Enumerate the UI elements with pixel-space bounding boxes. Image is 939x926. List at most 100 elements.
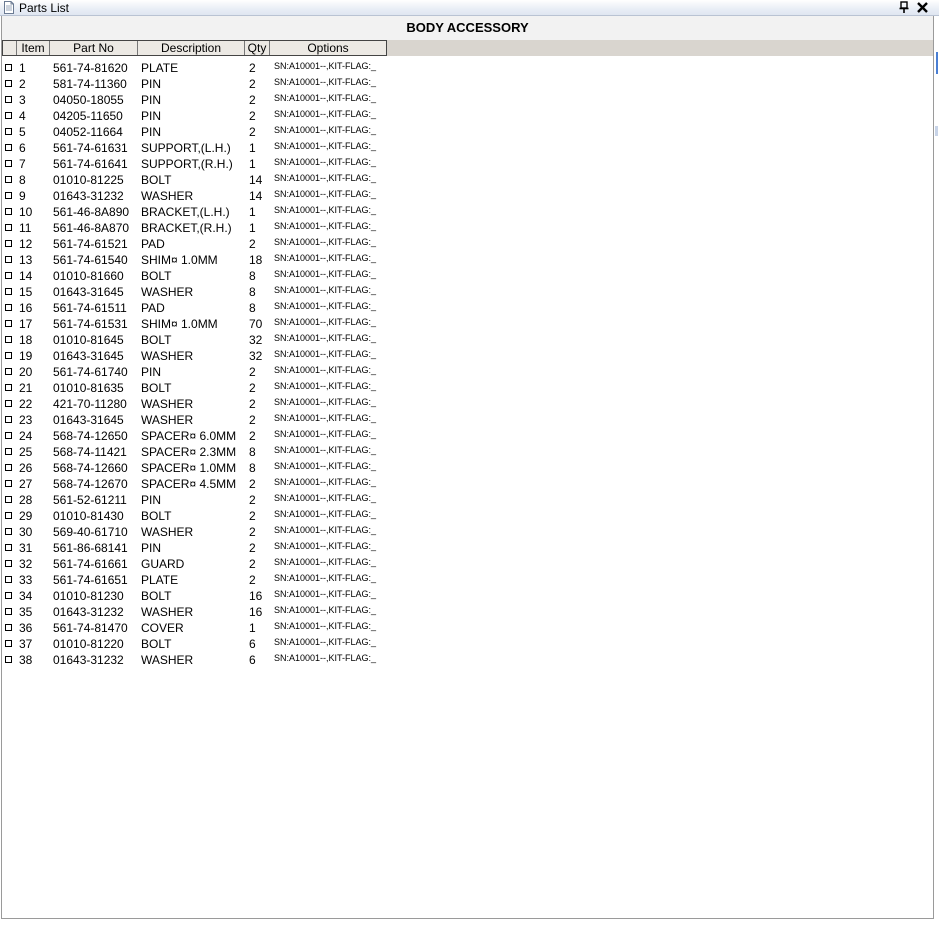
description-cell: WASHER xyxy=(141,413,194,427)
qty-cell: 2 xyxy=(249,93,256,107)
options-cell: SN:A10001--,KIT-FLAG:_ xyxy=(274,205,377,215)
part-no-cell: 01010-81635 xyxy=(53,381,124,395)
options-cell: SN:A10001--,KIT-FLAG:_ xyxy=(274,589,377,599)
row-checkbox[interactable] xyxy=(5,640,12,647)
row-checkbox[interactable] xyxy=(5,80,12,87)
description-cell: WASHER xyxy=(141,189,194,203)
description-cell: SHIM¤ 1.0MM xyxy=(141,253,218,267)
part-no-cell: 569-40-61710 xyxy=(53,525,128,539)
row-checkbox[interactable] xyxy=(5,240,12,247)
options-cell: SN:A10001--,KIT-FLAG:_ xyxy=(274,157,377,167)
description-cell: PLATE xyxy=(141,573,179,587)
item-cell: 21 xyxy=(19,381,33,395)
row-checkbox[interactable] xyxy=(5,384,12,391)
description-cell: SUPPORT,(R.H.) xyxy=(141,157,233,171)
row-checkbox[interactable] xyxy=(5,544,12,551)
part-no-cell: 561-52-61211 xyxy=(53,493,127,507)
row-checkbox[interactable] xyxy=(5,192,12,199)
row-checkbox[interactable] xyxy=(5,256,12,263)
row-checkbox[interactable] xyxy=(5,592,12,599)
part-no-cell: 01010-81645 xyxy=(53,333,124,347)
description-cell: PAD xyxy=(141,237,165,251)
row-checkbox[interactable] xyxy=(5,608,12,615)
document-icon xyxy=(4,1,14,14)
item-cell: 35 xyxy=(19,605,33,619)
row-checkbox[interactable] xyxy=(5,112,12,119)
row-checkbox[interactable] xyxy=(5,656,12,663)
item-cell: 16 xyxy=(19,301,33,315)
row-checkbox[interactable] xyxy=(5,96,12,103)
part-no-cell: 568-74-12660 xyxy=(53,461,128,475)
options-cell: SN:A10001--,KIT-FLAG:_ xyxy=(274,381,377,391)
close-icon[interactable] xyxy=(916,1,929,14)
row-checkbox[interactable] xyxy=(5,448,12,455)
table-header: Item Part No Description Qty Options xyxy=(2,40,387,56)
section-title: BODY ACCESSORY xyxy=(2,16,933,40)
row-checkbox[interactable] xyxy=(5,208,12,215)
item-cell: 14 xyxy=(19,269,33,283)
row-checkbox[interactable] xyxy=(5,560,12,567)
part-no-cell: 01643-31232 xyxy=(53,605,124,619)
column-header-item[interactable]: Item xyxy=(17,41,50,55)
row-checkbox[interactable] xyxy=(5,224,12,231)
qty-cell: 2 xyxy=(249,557,256,571)
part-no-cell: 561-74-61641 xyxy=(53,157,128,171)
item-cell: 3 xyxy=(19,93,26,107)
row-checkbox[interactable] xyxy=(5,368,12,375)
options-cell: SN:A10001--,KIT-FLAG:_ xyxy=(274,477,377,487)
item-cell: 2 xyxy=(19,77,26,91)
description-cell: WASHER xyxy=(141,397,194,411)
row-checkbox[interactable] xyxy=(5,160,12,167)
row-checkbox[interactable] xyxy=(5,496,12,503)
part-no-cell: 561-74-61540 xyxy=(53,253,128,267)
row-checkbox[interactable] xyxy=(5,576,12,583)
part-no-cell: 581-74-11360 xyxy=(53,77,127,91)
pin-icon[interactable] xyxy=(898,1,910,14)
options-cell: SN:A10001--,KIT-FLAG:_ xyxy=(274,301,377,311)
qty-cell: 2 xyxy=(249,477,256,491)
row-checkbox[interactable] xyxy=(5,624,12,631)
row-checkbox[interactable] xyxy=(5,480,12,487)
description-cell: BOLT xyxy=(141,173,172,187)
options-cell: SN:A10001--,KIT-FLAG:_ xyxy=(274,333,377,343)
item-cell: 29 xyxy=(19,509,33,523)
qty-cell: 2 xyxy=(249,125,256,139)
row-checkbox[interactable] xyxy=(5,528,12,535)
qty-cell: 2 xyxy=(249,525,256,539)
row-checkbox[interactable] xyxy=(5,64,12,71)
item-cell: 38 xyxy=(19,653,33,667)
description-cell: BOLT xyxy=(141,269,172,283)
row-checkbox[interactable] xyxy=(5,144,12,151)
row-checkbox[interactable] xyxy=(5,416,12,423)
options-cell: SN:A10001--,KIT-FLAG:_ xyxy=(274,573,377,583)
row-checkbox[interactable] xyxy=(5,288,12,295)
description-cell: WASHER xyxy=(141,285,194,299)
row-checkbox[interactable] xyxy=(5,304,12,311)
row-checkbox[interactable] xyxy=(5,464,12,471)
qty-cell: 1 xyxy=(249,221,256,235)
row-checkbox[interactable] xyxy=(5,352,12,359)
table-row[interactable]: 38 01643-31232 WASHER 6 SN:A10001--,KIT-FLAG… xyxy=(2,652,402,668)
row-checkbox[interactable] xyxy=(5,432,12,439)
row-checkbox[interactable] xyxy=(5,128,12,135)
options-cell: SN:A10001--,KIT-FLAG:_ xyxy=(274,653,377,663)
item-cell: 1 xyxy=(19,61,26,75)
row-checkbox[interactable] xyxy=(5,272,12,279)
row-checkbox[interactable] xyxy=(5,512,12,519)
description-cell: PIN xyxy=(141,365,162,379)
item-cell: 6 xyxy=(19,141,26,155)
item-cell: 37 xyxy=(19,637,33,651)
part-no-cell: 01010-81660 xyxy=(53,269,124,283)
row-checkbox[interactable] xyxy=(5,320,12,327)
item-cell: 17 xyxy=(19,317,33,331)
row-checkbox[interactable] xyxy=(5,176,12,183)
qty-cell: 8 xyxy=(249,285,256,299)
column-header-part-no[interactable]: Part No xyxy=(50,41,138,55)
row-checkbox[interactable] xyxy=(5,336,12,343)
column-header-qty[interactable]: Qty xyxy=(245,41,270,55)
column-header-select[interactable] xyxy=(3,41,17,55)
column-header-description[interactable]: Description xyxy=(138,41,245,55)
qty-cell: 1 xyxy=(249,205,256,219)
column-header-options[interactable]: Options xyxy=(270,41,386,55)
row-checkbox[interactable] xyxy=(5,400,12,407)
